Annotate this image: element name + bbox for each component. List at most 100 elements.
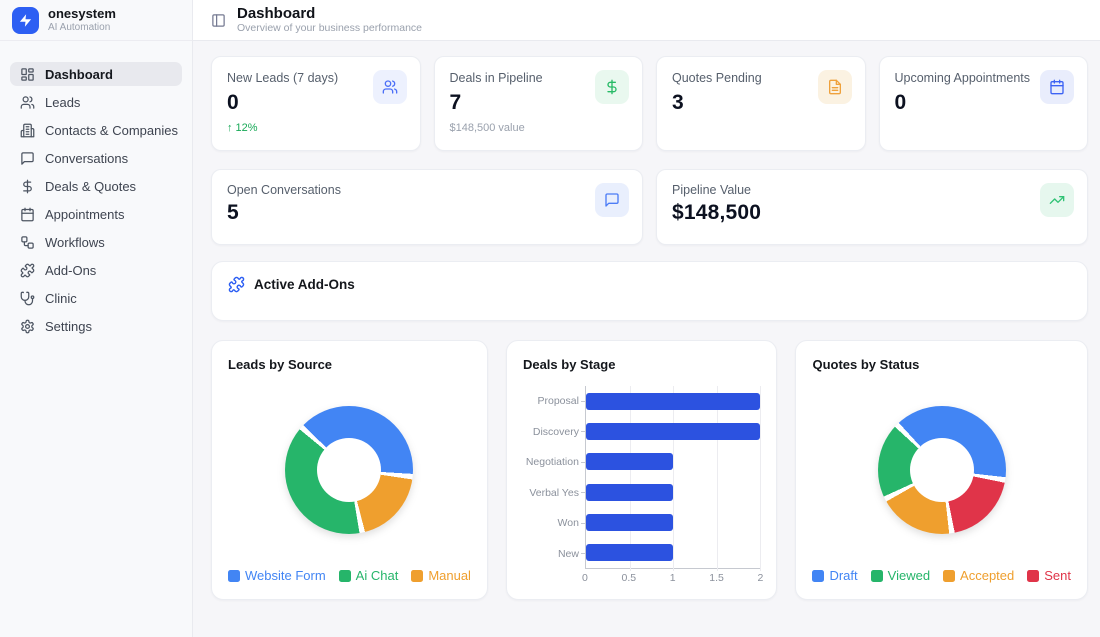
chart-body	[812, 372, 1071, 568]
sidebar-item-appointments[interactable]: Appointments	[10, 202, 182, 226]
file-text-icon	[827, 79, 843, 95]
legend-label: Accepted	[960, 568, 1014, 583]
message-square-icon	[20, 151, 35, 166]
stat-icon-badge	[373, 70, 407, 104]
sidebar-item-label: Deals & Quotes	[45, 179, 136, 194]
sidebar-item-label: Clinic	[45, 291, 77, 306]
settings-icon	[20, 319, 35, 334]
dollar-icon	[20, 179, 35, 194]
legend-item-draft[interactable]: Draft	[812, 568, 857, 583]
legend-swatch	[812, 570, 824, 582]
sidebar-item-deals-quotes[interactable]: Deals & Quotes	[10, 174, 182, 198]
legend-label: Manual	[428, 568, 471, 583]
sidebar-item-dashboard[interactable]: Dashboard	[10, 62, 182, 86]
sidebar-item-add-ons[interactable]: Add-Ons	[10, 258, 182, 282]
x-tick-label: 0	[582, 572, 588, 584]
legend-item-website-form[interactable]: Website Form	[228, 568, 326, 583]
chart-title: Deals by Stage	[523, 357, 761, 372]
stat-subtext: $148,500 value	[450, 122, 628, 134]
stat-card-pipeline-value: Pipeline Value $148,500	[656, 169, 1088, 245]
legend-item-accepted[interactable]: Accepted	[943, 568, 1014, 583]
legend-label: Ai Chat	[356, 568, 399, 583]
legend-swatch	[411, 570, 423, 582]
puzzle-icon	[228, 277, 245, 293]
sidebar-item-label: Add-Ons	[45, 263, 96, 278]
stat-value: $148,500	[672, 201, 1072, 225]
quotes-by-status-donut	[878, 406, 1006, 534]
bar-row	[586, 477, 761, 507]
bar-chart: ProposalDiscoveryNegotiationVerbal YesWo…	[523, 386, 761, 585]
stat-icon-badge	[818, 70, 852, 104]
sidebar-item-label: Contacts & Companies	[45, 123, 178, 138]
sidebar-nav: Dashboard Leads Contacts & Companies Conver…	[0, 41, 192, 348]
stat-cards-row: New Leads (7 days)0↑ 12%Deals in Pipelin…	[211, 56, 1088, 151]
chart-body	[228, 372, 471, 568]
sidebar-item-conversations[interactable]: Conversations	[10, 146, 182, 170]
stat-label: Open Conversations	[227, 183, 627, 197]
legend-item-ai-chat[interactable]: Ai Chat	[339, 568, 399, 583]
stat-icon-badge	[595, 183, 629, 217]
y-axis-label: Won	[523, 508, 585, 539]
sidebar: onesystem AI Automation Dashboard Leads Co…	[0, 0, 193, 637]
chart-card-leads-by-source: Leads by SourceWebsite FormAi ChatManual	[211, 340, 488, 600]
sidebar-item-contacts-companies[interactable]: Contacts & Companies	[10, 118, 182, 142]
sidebar-item-workflows[interactable]: Workflows	[10, 230, 182, 254]
sidebar-item-leads[interactable]: Leads	[10, 90, 182, 114]
sidebar-toggle[interactable]	[211, 13, 226, 28]
stat-subtext: ↑ 12%	[227, 122, 405, 134]
panel-left-icon	[211, 13, 226, 28]
y-axis-label: Verbal Yes	[523, 478, 585, 509]
bar-new	[586, 544, 673, 561]
legend-swatch	[228, 570, 240, 582]
legend-label: Sent	[1044, 568, 1071, 583]
brand-logo	[12, 7, 39, 34]
main-area: Dashboard Overview of your business perf…	[193, 0, 1100, 637]
sidebar-item-label: Appointments	[45, 207, 125, 222]
stat-icon-badge	[1040, 70, 1074, 104]
chart-title: Quotes by Status	[812, 357, 1071, 372]
y-axis-label: Negotiation	[523, 447, 585, 478]
bar-row	[586, 416, 761, 446]
brand: onesystem AI Automation	[0, 0, 192, 41]
legend-item-sent[interactable]: Sent	[1027, 568, 1071, 583]
legend-item-manual[interactable]: Manual	[411, 568, 471, 583]
legend-item-viewed[interactable]: Viewed	[871, 568, 930, 583]
x-axis: 00.511.52	[585, 569, 761, 585]
calendar-icon	[20, 207, 35, 222]
layout-dashboard-icon	[20, 67, 35, 82]
stat-label: Pipeline Value	[672, 183, 1072, 197]
stat-card-upcoming-appointments: Upcoming Appointments0	[879, 56, 1089, 151]
legend-label: Viewed	[888, 568, 930, 583]
stat-card-open-conversations: Open Conversations5	[211, 169, 643, 245]
workflow-icon	[20, 235, 35, 250]
puzzle-icon	[20, 263, 35, 278]
wide-stat-cards-row: Open Conversations5 Pipeline Value $148,50…	[211, 169, 1088, 245]
legend-label: Draft	[829, 568, 857, 583]
bar-row	[586, 386, 761, 416]
bar-row	[586, 447, 761, 477]
message-square-icon	[604, 192, 620, 208]
legend-swatch	[871, 570, 883, 582]
bar-plot-area: ProposalDiscoveryNegotiationVerbal YesWo…	[523, 386, 761, 569]
sidebar-item-clinic[interactable]: Clinic	[10, 286, 182, 310]
page-subtitle: Overview of your business performance	[237, 22, 422, 36]
legend-swatch	[943, 570, 955, 582]
sidebar-item-label: Dashboard	[45, 67, 113, 82]
bar-row	[586, 538, 761, 568]
leads-by-source-donut	[285, 406, 413, 534]
users-icon	[20, 95, 35, 110]
puzzle-icon	[228, 276, 245, 293]
dollar-icon	[604, 79, 620, 95]
sidebar-item-settings[interactable]: Settings	[10, 314, 182, 338]
stat-card-deals-in-pipeline: Deals in Pipeline7$148,500 value	[434, 56, 644, 151]
app-window: onesystem AI Automation Dashboard Leads Co…	[0, 0, 1100, 637]
trending-up-icon	[1049, 192, 1065, 208]
chart-card-deals-by-stage: Deals by Stage ProposalDiscoveryNegotiati…	[506, 340, 778, 600]
brand-text: onesystem AI Automation	[48, 6, 116, 34]
sidebar-item-label: Leads	[45, 95, 80, 110]
chart-legend: Website Form Ai Chat Manual	[228, 568, 471, 585]
x-tick-label: 0.5	[622, 572, 637, 584]
brand-tagline: AI Automation	[48, 22, 116, 34]
zap-icon	[18, 13, 33, 28]
stat-icon-badge	[1040, 183, 1074, 217]
